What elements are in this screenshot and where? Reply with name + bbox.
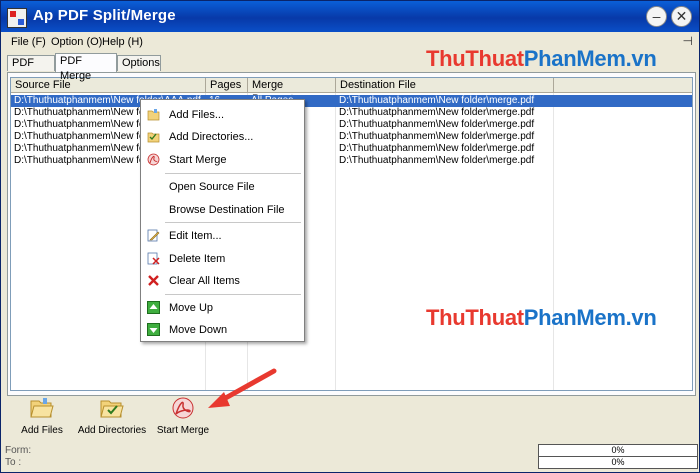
green-down-icon	[147, 323, 160, 336]
title-bar[interactable]: Ap PDF Split/Merge – ✕	[1, 1, 699, 32]
delete-doc-icon	[147, 252, 160, 265]
green-up-icon	[147, 301, 160, 314]
watermark-part: ThuThuat	[426, 305, 524, 330]
ctx-move-up[interactable]: Move Up	[141, 298, 304, 318]
ctx-edit-item[interactable]: Edit Item...	[141, 226, 304, 246]
watermark-part: ThuThuat	[426, 46, 524, 71]
watermark-part: PhanMem	[523, 305, 626, 330]
tab-options[interactable]: Options	[117, 55, 161, 71]
add-directories-label: Add Directories	[77, 425, 147, 436]
bottom-toolbar: Add Files Add Directories Start Merge	[7, 396, 695, 440]
dest-cell: D:\Thuthuatphanmem\New folder\merge.pdf	[339, 131, 535, 142]
pin-icon[interactable]: ⊣	[683, 34, 693, 48]
dest-cell: D:\Thuthuatphanmem\New folder\merge.pdf	[339, 119, 535, 130]
watermark-top: ThuThuatPhanMem.vn	[426, 46, 657, 72]
file-list[interactable]: Source File Pages Merge Parameters Desti…	[10, 77, 693, 391]
progress-bar-to: 0%	[538, 456, 698, 469]
add-files-button[interactable]: Add Files	[17, 396, 67, 436]
ctx-delete-item[interactable]: Delete Item	[141, 249, 304, 269]
dest-cell: D:\Thuthuatphanmem\New folder\merge.pdf	[339, 95, 535, 106]
ctx-add-directories[interactable]: Add Directories...	[141, 127, 304, 147]
add-directories-button[interactable]: Add Directories	[77, 396, 147, 436]
ctx-add-files[interactable]: Add Files...	[141, 105, 304, 125]
acrobat-icon	[147, 153, 160, 166]
ctx-label: Add Files...	[169, 109, 225, 121]
table-row[interactable]: D:\Thuthuatphanmem\New folder\ D:\Thuthu…	[11, 155, 692, 167]
to-label: To :	[5, 457, 22, 468]
dest-cell: D:\Thuthuatphanmem\New folder\merge.pdf	[339, 107, 535, 118]
table-row[interactable]: D:\Thuthuatphanmem\New folder\ D:\Thuthu…	[11, 131, 692, 143]
table-row[interactable]: D:\Thuthuatphanmem\New folder\ D:\Thuthu…	[11, 143, 692, 155]
ctx-clear-all-items[interactable]: Clear All Items	[141, 271, 304, 291]
app-icon	[7, 8, 27, 28]
ctx-move-down[interactable]: Move Down	[141, 320, 304, 340]
ctx-label: Open Source File	[169, 181, 255, 193]
table-row[interactable]: D:\Thuthuatphanmem\New folder\ D:\Thuthu…	[11, 107, 692, 119]
watermark-part: PhanMem	[523, 46, 626, 71]
menu-separator	[165, 294, 301, 295]
ctx-open-source-file[interactable]: Open Source File	[141, 177, 304, 197]
table-row[interactable]: D:\Thuthuatphanmem\New folder\AAA.pdf 16…	[11, 95, 692, 107]
folder-check-icon	[100, 400, 124, 418]
column-header-source[interactable]: Source File	[11, 78, 206, 93]
add-files-label: Add Files	[21, 425, 63, 436]
folder-open-icon	[30, 398, 54, 418]
column-header-merge-params[interactable]: Merge Parameters	[248, 78, 336, 105]
column-header-destination[interactable]: Destination File	[336, 78, 554, 93]
ctx-label: Move Down	[169, 324, 228, 336]
tab-pdf-merge[interactable]: PDF Merge	[55, 53, 117, 82]
acrobat-icon	[172, 397, 194, 419]
ctx-label: Delete Item	[169, 253, 226, 265]
folder-check-icon	[147, 132, 160, 143]
watermark-bottom: ThuThuatPhanMem.vn	[426, 305, 657, 331]
start-merge-label: Start Merge	[156, 425, 210, 436]
menu-option[interactable]: Option (O)	[51, 36, 102, 48]
tab-pdf-split[interactable]: PDF Split	[7, 55, 55, 84]
column-header-filler	[554, 78, 692, 93]
menu-separator	[165, 173, 301, 174]
watermark-part: .vn	[625, 46, 657, 71]
merge-panel: Source File Pages Merge Parameters Desti…	[7, 72, 696, 396]
menu-help[interactable]: Help (H)	[102, 36, 143, 48]
menu-file[interactable]: File (F)	[11, 36, 46, 48]
dest-cell: D:\Thuthuatphanmem\New folder\merge.pdf	[339, 155, 535, 166]
menu-separator	[165, 222, 301, 223]
red-x-icon	[148, 275, 159, 286]
folder-open-icon	[147, 109, 160, 121]
ctx-label: Browse Destination File	[169, 204, 285, 216]
ctx-label: Clear All Items	[169, 275, 240, 287]
ctx-label: Add Directories...	[169, 131, 254, 143]
form-label: Form:	[5, 445, 32, 456]
ctx-label: Move Up	[169, 302, 214, 314]
edit-icon	[147, 229, 160, 242]
close-button[interactable]: ✕	[671, 6, 692, 27]
ctx-browse-destination-file[interactable]: Browse Destination File	[141, 200, 304, 220]
context-menu: Add Files... Add Directories... Start Me…	[140, 99, 305, 342]
annotation-arrow	[208, 368, 277, 408]
status-bar: Form: To : 0% 0%	[3, 442, 698, 470]
ctx-label: Start Merge	[169, 154, 227, 166]
ctx-label: Edit Item...	[169, 230, 222, 242]
table-row[interactable]: D:\Thuthuatphanmem\New folder\ D:\Thuthu…	[11, 119, 692, 131]
column-header-pages[interactable]: Pages	[206, 78, 248, 93]
ctx-start-merge[interactable]: Start Merge	[141, 150, 304, 170]
dest-cell: D:\Thuthuatphanmem\New folder\merge.pdf	[339, 143, 535, 154]
window-title: Ap PDF Split/Merge	[33, 7, 176, 24]
minimize-button[interactable]: –	[646, 6, 667, 27]
watermark-part: .vn	[625, 305, 657, 330]
